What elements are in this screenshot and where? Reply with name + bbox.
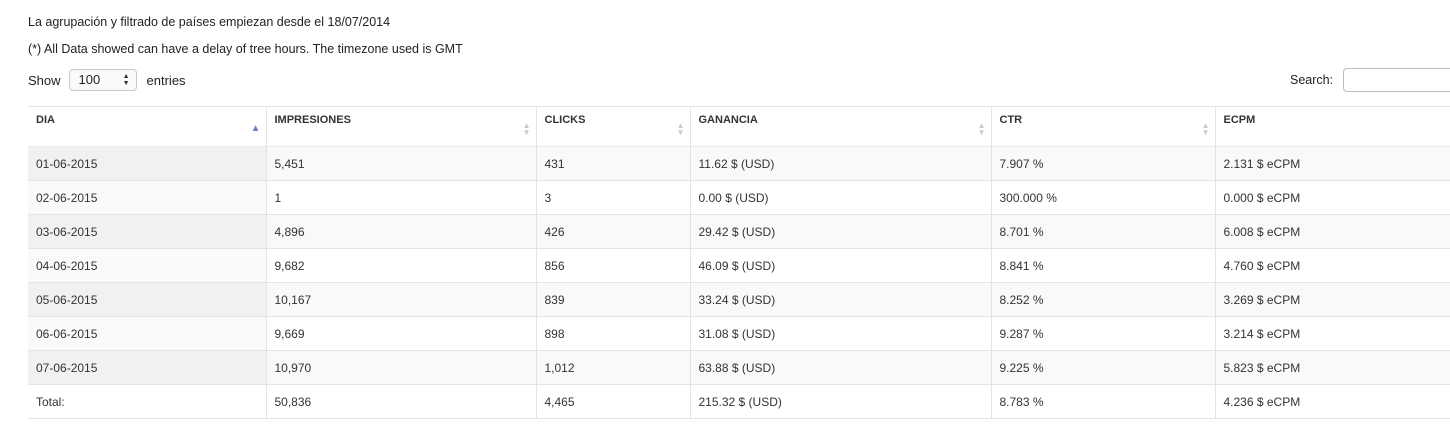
cell-impresiones: 10,970 <box>265 350 536 385</box>
cell-ctr: 8.841 % <box>990 248 1215 283</box>
cell-ctr: 8.252 % <box>990 282 1215 317</box>
entries-label: entries <box>146 72 186 88</box>
column-header-ctr[interactable]: CTR ▲ ▼ <box>990 106 1215 147</box>
table-row: 06-06-2015 9,669 898 31.08 $ (USD) 9.287… <box>28 316 1450 351</box>
sort-both-icon: ▲ ▼ <box>1201 121 1210 137</box>
cell-ecpm: 3.214 $ eCPM <box>1214 316 1450 351</box>
select-arrows-icon: ▲ ▼ <box>122 73 130 87</box>
table-row: 04-06-2015 9,682 856 46.09 $ (USD) 8.841… <box>28 248 1450 283</box>
cell-impresiones: 9,669 <box>265 316 536 351</box>
cell-dia: 02-06-2015 <box>28 180 266 215</box>
sort-both-icon: ▲ ▼ <box>676 121 685 137</box>
sort-both-icon: ▲ ▼ <box>522 121 531 137</box>
column-header-ganancia[interactable]: GANANCIA ▲ ▼ <box>689 106 991 147</box>
cell-impresiones: 1 <box>265 180 536 215</box>
cell-clicks: 856 <box>535 248 690 283</box>
total-clicks: 4,465 <box>535 384 690 419</box>
entries-select[interactable]: 100 ▲ ▼ <box>68 69 137 91</box>
total-ganancia: 215.32 $ (USD) <box>689 384 991 419</box>
table-header-row: DIA ▲ IMPRESIONES ▲ ▼ CLICKS ▲ ▼ GANANCIA … <box>28 106 1450 147</box>
cell-dia: 03-06-2015 <box>28 214 266 249</box>
total-ecpm: 4.236 $ eCPM <box>1214 384 1450 419</box>
column-header-dia[interactable]: DIA ▲ <box>28 106 266 147</box>
cell-clicks: 839 <box>535 282 690 317</box>
show-label: Show <box>28 72 61 88</box>
sort-ascending-icon: ▲ <box>250 123 261 134</box>
cell-ganancia: 0.00 $ (USD) <box>689 180 991 215</box>
sort-both-icon: ▲ ▼ <box>977 121 986 137</box>
table-total-row: Total: 50,836 4,465 215.32 $ (USD) 8.783… <box>28 384 1450 419</box>
table-row: 05-06-2015 10,167 839 33.24 $ (USD) 8.25… <box>28 282 1450 317</box>
length-control: Show 100 ▲ ▼ entries <box>28 69 186 91</box>
cell-dia: 05-06-2015 <box>28 282 266 317</box>
table-row: 03-06-2015 4,896 426 29.42 $ (USD) 8.701… <box>28 214 1450 249</box>
cell-ecpm: 5.823 $ eCPM <box>1214 350 1450 385</box>
cell-ctr: 9.225 % <box>990 350 1215 385</box>
total-ctr: 8.783 % <box>990 384 1215 419</box>
cell-ecpm: 3.269 $ eCPM <box>1214 282 1450 317</box>
cell-ctr: 300.000 % <box>990 180 1215 215</box>
table-row: 07-06-2015 10,970 1,012 63.88 $ (USD) 9.… <box>28 350 1450 385</box>
cell-clicks: 898 <box>535 316 690 351</box>
search-label: Search: <box>1290 73 1334 87</box>
cell-dia: 06-06-2015 <box>28 316 266 351</box>
cell-dia: 04-06-2015 <box>28 248 266 283</box>
cell-impresiones: 5,451 <box>265 146 536 181</box>
table-row: 02-06-2015 1 3 0.00 $ (USD) 300.000 % 0.… <box>28 180 1450 215</box>
cell-ecpm: 0.000 $ eCPM <box>1214 180 1450 215</box>
total-impresiones: 50,836 <box>265 384 536 419</box>
cell-clicks: 1,012 <box>535 350 690 385</box>
cell-ganancia: 29.42 $ (USD) <box>689 214 991 249</box>
total-label: Total: <box>28 384 266 419</box>
cell-ctr: 7.907 % <box>990 146 1215 181</box>
cell-ctr: 9.287 % <box>990 316 1215 351</box>
grouping-notice: La agrupación y filtrado de países empie… <box>28 15 391 29</box>
cell-ganancia: 63.88 $ (USD) <box>689 350 991 385</box>
cell-ecpm: 6.008 $ eCPM <box>1214 214 1450 249</box>
table-row: 01-06-2015 5,451 431 11.62 $ (USD) 7.907… <box>28 146 1450 181</box>
column-header-ecpm[interactable]: ECPM <box>1214 106 1450 147</box>
entries-select-value: 100 <box>78 72 101 87</box>
column-header-clicks[interactable]: CLICKS ▲ ▼ <box>535 106 690 147</box>
cell-dia: 07-06-2015 <box>28 350 266 385</box>
cell-impresiones: 4,896 <box>265 214 536 249</box>
search-control: Search: <box>1290 68 1450 92</box>
cell-ganancia: 31.08 $ (USD) <box>689 316 991 351</box>
stats-table: DIA ▲ IMPRESIONES ▲ ▼ CLICKS ▲ ▼ GANANCIA … <box>28 106 1450 419</box>
cell-clicks: 426 <box>535 214 690 249</box>
cell-impresiones: 10,167 <box>265 282 536 317</box>
cell-clicks: 3 <box>535 180 690 215</box>
cell-ecpm: 4.760 $ eCPM <box>1214 248 1450 283</box>
cell-ecpm: 2.131 $ eCPM <box>1214 146 1450 181</box>
search-input[interactable] <box>1343 68 1450 92</box>
cell-ganancia: 33.24 $ (USD) <box>689 282 991 317</box>
cell-ganancia: 46.09 $ (USD) <box>689 248 991 283</box>
cell-impresiones: 9,682 <box>265 248 536 283</box>
cell-clicks: 431 <box>535 146 690 181</box>
column-header-impresiones[interactable]: IMPRESIONES ▲ ▼ <box>265 106 536 147</box>
cell-ganancia: 11.62 $ (USD) <box>689 146 991 181</box>
cell-dia: 01-06-2015 <box>28 146 266 181</box>
delay-notice: (*) All Data showed can have a delay of … <box>28 42 463 56</box>
cell-ctr: 8.701 % <box>990 214 1215 249</box>
